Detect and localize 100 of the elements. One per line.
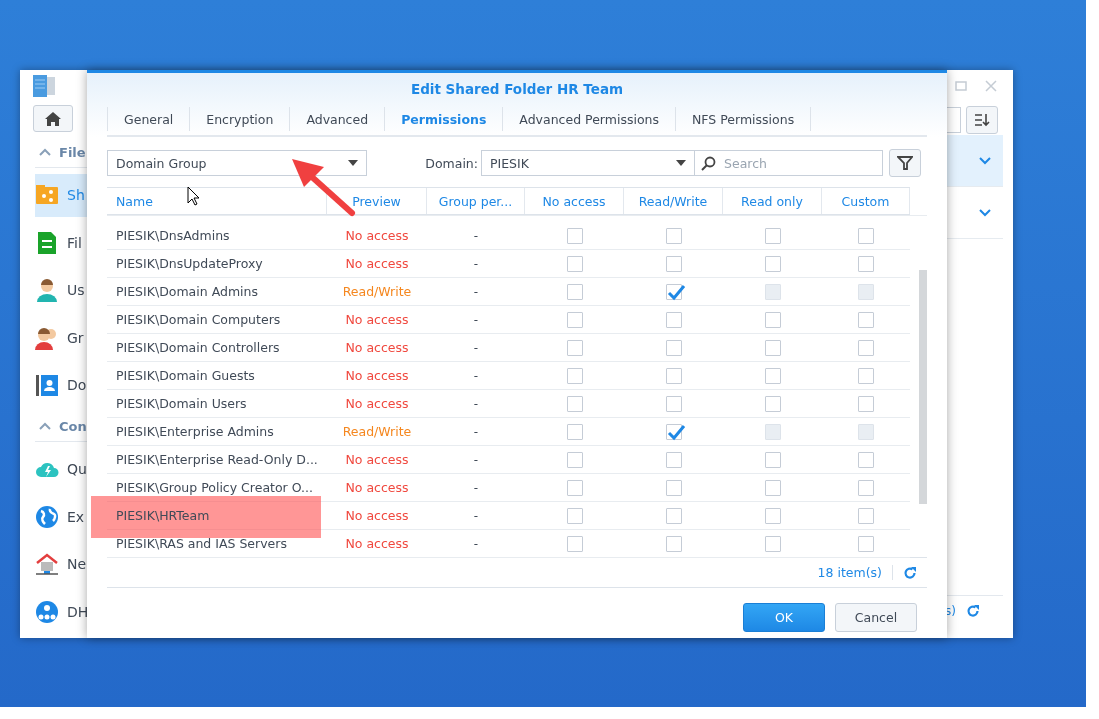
checkbox[interactable] bbox=[566, 479, 583, 496]
refresh-icon[interactable] bbox=[903, 565, 917, 580]
checkbox[interactable] bbox=[764, 479, 781, 496]
sidebar-item[interactable]: Ne bbox=[35, 542, 87, 586]
home-button[interactable] bbox=[33, 105, 73, 133]
table-cell: PIESIK\HRTeam bbox=[107, 508, 210, 523]
checkbox[interactable] bbox=[858, 227, 874, 244]
table-cell: No access bbox=[345, 536, 409, 551]
tab[interactable]: Advanced Permissions bbox=[502, 107, 675, 131]
table-cell: No access bbox=[345, 312, 409, 327]
table-cell-text: PIESIK\Enterprise Read-Only D... bbox=[115, 452, 318, 467]
column-header[interactable]: Read/Write bbox=[624, 188, 723, 214]
column-header[interactable]: No access bbox=[525, 188, 624, 214]
checkbox[interactable] bbox=[566, 367, 583, 384]
checkbox[interactable] bbox=[858, 311, 874, 328]
table-cell: - bbox=[473, 536, 479, 551]
cancel-button[interactable]: Cancel bbox=[835, 603, 917, 632]
checkbox[interactable] bbox=[858, 535, 874, 552]
search-field[interactable]: Search bbox=[695, 150, 883, 176]
column-header[interactable]: Read only bbox=[723, 188, 822, 214]
sidebar-icon bbox=[35, 278, 59, 303]
checkbox[interactable] bbox=[764, 311, 781, 328]
table-cell: - bbox=[473, 228, 479, 243]
checkbox[interactable] bbox=[858, 339, 874, 356]
tab[interactable]: Encryption bbox=[189, 107, 290, 131]
sort-button[interactable] bbox=[966, 106, 998, 134]
column-header[interactable]: Group per... bbox=[427, 188, 525, 214]
column-header[interactable]: Custom bbox=[822, 188, 910, 214]
checkbox[interactable] bbox=[764, 535, 781, 552]
table-cell: No access bbox=[345, 508, 409, 523]
checkbox[interactable] bbox=[858, 479, 874, 496]
checkbox[interactable] bbox=[566, 535, 583, 552]
sidebar-item[interactable]: Fil bbox=[35, 221, 87, 265]
checkbox[interactable] bbox=[764, 395, 781, 412]
table-cell-text: PIESIK\Domain Controllers bbox=[115, 340, 280, 355]
checkbox[interactable] bbox=[665, 479, 682, 496]
sidebar-item[interactable]: Do bbox=[35, 364, 87, 407]
checkbox[interactable] bbox=[566, 339, 583, 356]
table-cell: No access bbox=[345, 452, 409, 467]
checkbox[interactable] bbox=[665, 395, 682, 412]
checkbox[interactable] bbox=[665, 283, 682, 300]
item-count: 18 item(s) bbox=[817, 565, 893, 580]
tab[interactable]: Permissions bbox=[384, 107, 503, 131]
checkbox[interactable] bbox=[764, 255, 781, 272]
checkbox[interactable] bbox=[566, 395, 583, 412]
checkbox[interactable] bbox=[858, 283, 874, 300]
checkbox[interactable] bbox=[665, 423, 682, 440]
table-cell-text: PIESIK\Group Policy Creator O... bbox=[115, 480, 313, 495]
checkbox[interactable] bbox=[566, 283, 583, 300]
sidebar-item[interactable]: DH bbox=[35, 590, 87, 634]
refresh-icon[interactable] bbox=[965, 604, 980, 618]
chevron-down-icon bbox=[979, 208, 991, 217]
checkbox[interactable] bbox=[566, 423, 583, 440]
checkbox[interactable] bbox=[858, 395, 874, 412]
checkbox[interactable] bbox=[566, 255, 583, 272]
checkbox[interactable] bbox=[665, 339, 682, 356]
checkbox[interactable] bbox=[566, 227, 583, 244]
checkbox[interactable] bbox=[665, 535, 682, 552]
checkbox[interactable] bbox=[858, 367, 874, 384]
checkbox[interactable] bbox=[764, 507, 781, 524]
sidebar-item[interactable]: Us bbox=[35, 269, 87, 312]
checkbox[interactable] bbox=[764, 367, 781, 384]
search-input[interactable]: Search bbox=[722, 154, 866, 172]
checkbox[interactable] bbox=[665, 255, 682, 272]
tab[interactable]: NFS Permissions bbox=[675, 107, 811, 131]
checkbox[interactable] bbox=[665, 311, 682, 328]
checkbox[interactable] bbox=[665, 507, 682, 524]
tab[interactable]: Advanced bbox=[289, 107, 385, 131]
domain-dropdown[interactable]: PIESIK bbox=[481, 150, 695, 176]
sidebar-item[interactable]: Ex bbox=[35, 495, 87, 538]
checkbox[interactable] bbox=[764, 227, 781, 244]
sidebar-item[interactable]: Qu bbox=[35, 447, 87, 491]
sort-icon bbox=[974, 113, 990, 127]
table-cell: No access bbox=[345, 256, 409, 271]
table-cell: No access bbox=[345, 228, 409, 243]
checkbox[interactable] bbox=[566, 451, 583, 468]
checkbox[interactable] bbox=[858, 255, 874, 272]
close-icon[interactable] bbox=[985, 80, 997, 92]
maximize-icon[interactable] bbox=[955, 80, 967, 92]
checkbox[interactable] bbox=[665, 227, 682, 244]
checkbox[interactable] bbox=[566, 311, 583, 328]
scrollbar[interactable] bbox=[919, 270, 927, 504]
checkbox[interactable] bbox=[566, 507, 583, 524]
filter-button[interactable] bbox=[889, 149, 921, 177]
type-dropdown[interactable]: Domain Group bbox=[107, 150, 367, 176]
checkbox[interactable] bbox=[858, 451, 874, 468]
table-cell: - bbox=[473, 396, 479, 411]
checkbox[interactable] bbox=[764, 339, 781, 356]
table-cell: No access bbox=[345, 480, 409, 495]
checkbox[interactable] bbox=[665, 451, 682, 468]
checkbox[interactable] bbox=[764, 283, 781, 300]
tab[interactable]: General bbox=[107, 107, 190, 131]
checkbox[interactable] bbox=[858, 507, 874, 524]
checkbox[interactable] bbox=[665, 367, 682, 384]
checkbox[interactable] bbox=[858, 423, 874, 440]
column-header[interactable]: Preview bbox=[327, 188, 427, 214]
sidebar-item[interactable]: Gr bbox=[35, 316, 87, 360]
checkbox[interactable] bbox=[764, 423, 781, 440]
checkbox[interactable] bbox=[764, 451, 781, 468]
caret-icon bbox=[676, 160, 686, 166]
